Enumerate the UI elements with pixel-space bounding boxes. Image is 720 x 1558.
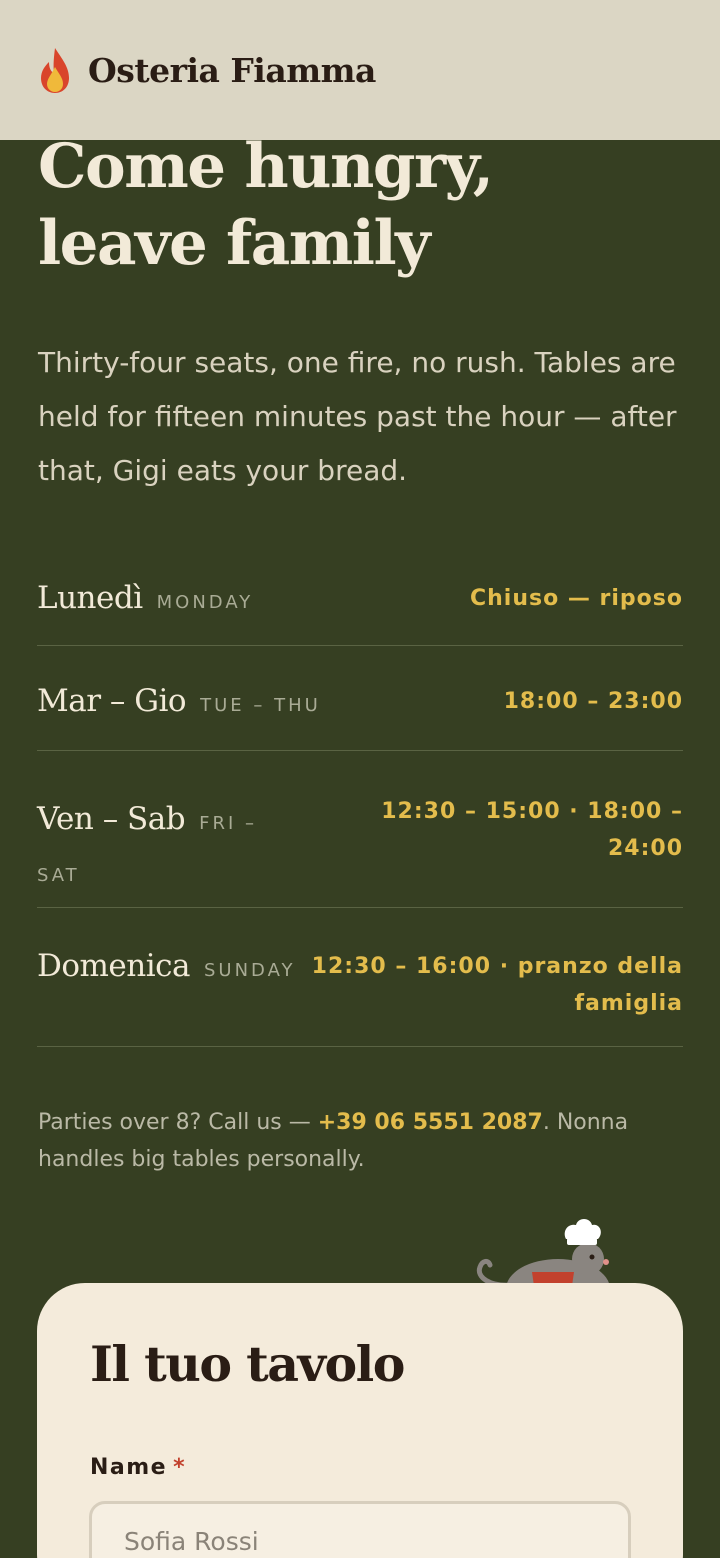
phone-link[interactable]: +39 06 5551 2087 bbox=[318, 1110, 543, 1135]
hero-title-line-2: leave family bbox=[38, 208, 431, 279]
hero-lede: Thirty-four seats, one fire, no rush. Ta… bbox=[38, 346, 677, 487]
brand-name[interactable]: Osteria Fiamma bbox=[88, 51, 376, 90]
hours-row: Domenica SUNDAY 12:30 – 16:00 · pranzo de… bbox=[37, 908, 683, 1047]
day-cell: Mar – Gio TUE – THU bbox=[37, 683, 321, 719]
hours-time: 12:30 – 16:00 · pranzo della famiglia bbox=[311, 954, 683, 1016]
reservation-title: Il tuo tavolo bbox=[90, 1335, 405, 1393]
site-header: Osteria Fiamma bbox=[0, 0, 720, 140]
required-mark: * bbox=[173, 1455, 187, 1480]
large-party-note: Parties over 8? Call us — +39 06 5551 20… bbox=[38, 1104, 678, 1178]
opening-hours: Lunedì MONDAY Chiuso — riposo Mar – Gio TU… bbox=[37, 548, 683, 1047]
hours-row: Ven – Sab FRI – SAT 12:30 – 15:00 · 18:00… bbox=[37, 751, 683, 908]
day-cell: Lunedì MONDAY bbox=[37, 580, 253, 616]
day-italian: Ven – Sab bbox=[37, 801, 186, 837]
day-english: MONDAY bbox=[156, 592, 254, 613]
day-italian: Domenica bbox=[37, 948, 190, 984]
hours-row: Mar – Gio TUE – THU 18:00 – 23:00 bbox=[37, 646, 683, 751]
day-english: SUNDAY bbox=[203, 960, 296, 981]
flame-icon bbox=[41, 48, 69, 93]
day-cell: Ven – Sab FRI – SAT bbox=[37, 793, 277, 902]
reservation-card: Il tuo tavolo Name * bbox=[37, 1283, 683, 1558]
day-italian: Lunedì bbox=[37, 580, 143, 616]
day-italian: Mar – Gio bbox=[37, 683, 187, 719]
hours-time: 18:00 – 23:00 bbox=[503, 689, 683, 714]
hours-time: Chiuso — riposo bbox=[470, 586, 683, 611]
hours-time: 12:30 – 15:00 · 18:00 – 24:00 bbox=[381, 799, 683, 861]
name-label-text: Name bbox=[90, 1455, 168, 1480]
name-field[interactable] bbox=[89, 1501, 631, 1558]
day-english: TUE – THU bbox=[200, 695, 321, 716]
name-label: Name * bbox=[90, 1455, 186, 1480]
day-cell: Domenica SUNDAY bbox=[37, 948, 296, 984]
note-text-before: Parties over 8? Call us — bbox=[38, 1110, 318, 1135]
hours-row: Lunedì MONDAY Chiuso — riposo bbox=[37, 548, 683, 646]
hero-title: Come hungry, leave family bbox=[38, 128, 698, 282]
